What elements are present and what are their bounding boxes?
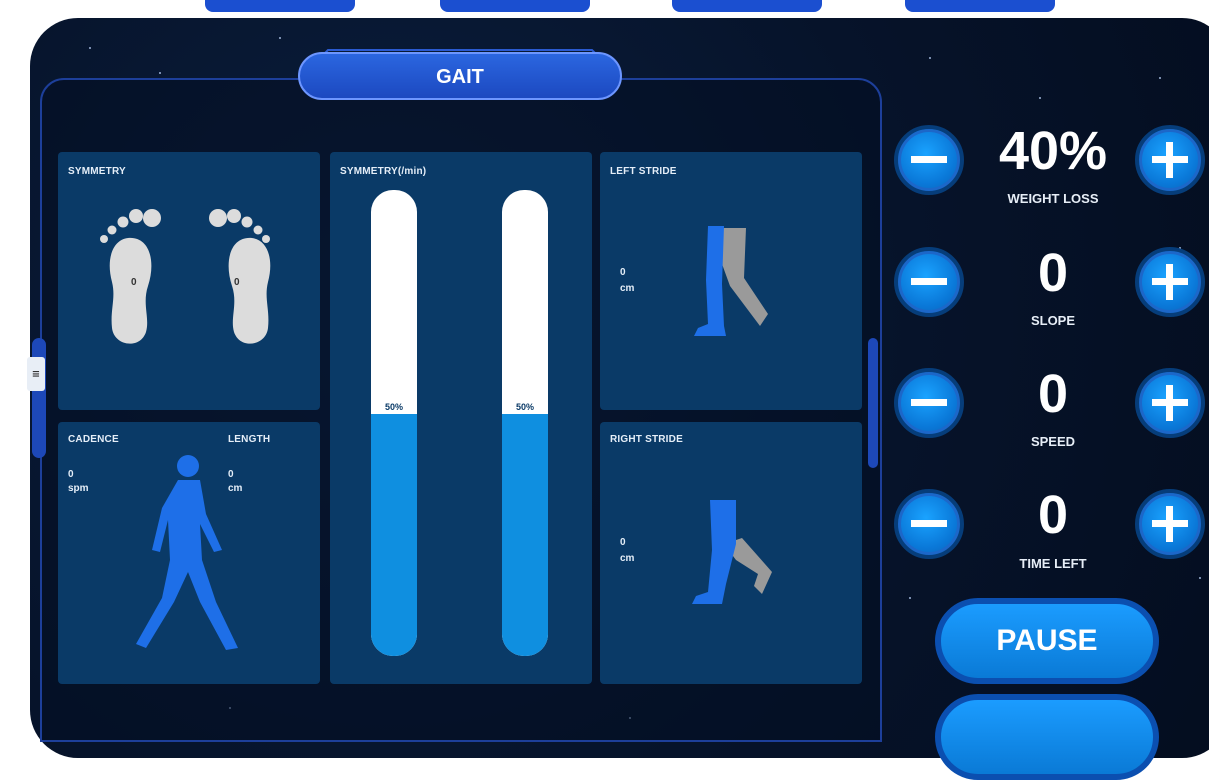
time-left-label: TIME LEFT	[1019, 556, 1087, 571]
right-stride-label: RIGHT STRIDE	[610, 434, 683, 445]
minus-icon	[911, 278, 947, 285]
right-symmetry-bar-fill	[502, 414, 548, 656]
left-stride-unit: cm	[620, 283, 635, 294]
left-foot-value: 0	[131, 277, 137, 288]
speed-value: 0	[1037, 364, 1069, 424]
slope-increase-button[interactable]	[1135, 247, 1205, 317]
cadence-value: 0	[68, 469, 74, 480]
length-label: LENGTH	[228, 434, 271, 445]
plus-icon	[1152, 264, 1188, 300]
slope-decrease-button[interactable]	[894, 247, 964, 317]
minus-icon	[911, 156, 947, 163]
symmetry-rate-card	[330, 152, 592, 684]
secondary-action-button[interactable]	[935, 694, 1159, 780]
right-stride-unit: cm	[620, 553, 635, 564]
plus-icon	[1152, 385, 1188, 421]
right-symmetry-bar: 50%	[502, 190, 548, 656]
side-drawer-handle[interactable]: ≡	[27, 357, 45, 391]
time-left-value: 0	[1037, 485, 1069, 545]
weight-loss-decrease-button[interactable]	[894, 125, 964, 195]
weight-loss-value: 40%	[998, 121, 1108, 181]
slope-value: 0	[1037, 243, 1069, 303]
walking-person-icon	[136, 455, 238, 650]
top-tab-3[interactable]	[672, 0, 822, 12]
panel-left-rail	[32, 338, 46, 458]
symmetry-label: SYMMETRY	[68, 166, 126, 177]
pause-button[interactable]: PAUSE	[935, 598, 1159, 684]
panel-title: GAIT	[298, 52, 622, 100]
left-symmetry-bar: 50%	[371, 190, 417, 656]
right-symmetry-percent: 50%	[515, 402, 534, 412]
top-tab-4[interactable]	[905, 0, 1055, 12]
right-stride-value: 0	[620, 537, 626, 548]
speed-increase-button[interactable]	[1135, 368, 1205, 438]
footprints-icon	[100, 209, 271, 344]
top-tab-2[interactable]	[440, 0, 590, 12]
speed-decrease-button[interactable]	[894, 368, 964, 438]
left-symmetry-percent: 50%	[384, 402, 403, 412]
plus-icon	[1152, 506, 1188, 542]
right-stride-leg-icon	[692, 500, 772, 604]
weight-loss-increase-button[interactable]	[1135, 125, 1205, 195]
minus-icon	[911, 520, 947, 527]
right-foot-value: 0	[234, 277, 240, 288]
weight-loss-label: WEIGHT LOSS	[1007, 191, 1099, 206]
left-stride-label: LEFT STRIDE	[610, 166, 677, 177]
left-stride-value: 0	[620, 267, 626, 278]
left-symmetry-bar-fill	[371, 414, 417, 656]
top-tab-1[interactable]	[205, 0, 355, 12]
time-left-increase-button[interactable]	[1135, 489, 1205, 559]
panel-right-rail	[868, 338, 878, 468]
speed-label: SPEED	[1030, 434, 1076, 449]
cadence-label: CADENCE	[68, 434, 119, 445]
symmetry-rate-label: SYMMETRY(/min)	[340, 166, 427, 177]
plus-icon	[1152, 142, 1188, 178]
cadence-unit: spm	[68, 483, 89, 494]
minus-icon	[911, 399, 947, 406]
slope-label: SLOPE	[1030, 313, 1076, 328]
left-stride-leg-icon	[694, 226, 768, 336]
time-left-decrease-button[interactable]	[894, 489, 964, 559]
